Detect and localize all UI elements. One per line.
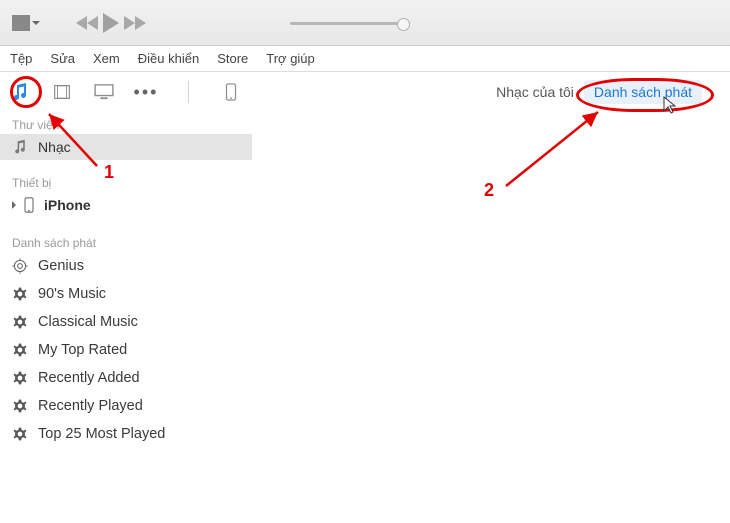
sidebar-item-label: My Top Rated — [38, 342, 127, 358]
separator — [188, 81, 189, 103]
music-icon[interactable] — [10, 83, 30, 101]
next-track-icon[interactable] — [135, 16, 146, 30]
phone-icon — [24, 197, 34, 213]
music-note-icon — [12, 139, 28, 155]
menu-controls[interactable]: Điều khiển — [138, 51, 199, 66]
volume-slider[interactable] — [290, 22, 410, 25]
sidebar-section-playlists: Danh sách phát — [0, 230, 252, 252]
sidebar-item-genius[interactable]: Genius — [0, 252, 252, 280]
sidebar-item-label: Genius — [38, 258, 84, 274]
tab-my-music[interactable]: Nhạc của tôi — [496, 84, 574, 100]
movies-icon[interactable] — [52, 83, 72, 101]
playback-controls — [76, 13, 146, 33]
sidebar-item-label: 90's Music — [38, 286, 106, 302]
sidebar-item-playlist[interactable]: Recently Added — [0, 364, 252, 392]
gear-icon — [12, 398, 28, 414]
sidebar-item-device[interactable]: iPhone — [0, 192, 252, 218]
gear-icon — [12, 426, 28, 442]
sidebar-item-label: Top 25 Most Played — [38, 426, 165, 442]
menu-edit[interactable]: Sửa — [50, 51, 75, 66]
sidebar-section-library: Thư viện — [0, 112, 252, 134]
cursor-icon — [663, 96, 679, 116]
more-icon[interactable]: ••• — [136, 83, 156, 101]
tv-shows-icon[interactable] — [94, 83, 114, 101]
previous-track-icon[interactable] — [76, 16, 87, 30]
menu-file[interactable]: Tệp — [10, 51, 32, 66]
sidebar: Thư viện Nhạc Thiết bị iPhone Danh sách … — [0, 112, 252, 523]
menu-bar: Tệp Sửa Xem Điều khiển Store Trợ giúp — [0, 46, 730, 72]
sidebar-item-label: iPhone — [44, 197, 91, 213]
sidebar-item-playlist[interactable]: Recently Played — [0, 392, 252, 420]
annotation-number-2: 2 — [484, 180, 494, 201]
sidebar-item-playlist[interactable]: My Top Rated — [0, 336, 252, 364]
sidebar-item-label: Classical Music — [38, 314, 138, 330]
sidebar-item-playlist[interactable]: 90's Music — [0, 280, 252, 308]
toolbar: ••• Nhạc của tôi Danh sách phát — [0, 72, 730, 112]
sidebar-item-playlist[interactable]: Top 25 Most Played — [0, 420, 252, 448]
gear-icon — [12, 286, 28, 302]
gear-icon — [12, 342, 28, 358]
sidebar-item-label: Recently Added — [38, 370, 140, 386]
sidebar-item-playlist[interactable]: Classical Music — [0, 308, 252, 336]
playlist-list: Genius 90's Music Classical Music My Top… — [0, 252, 252, 448]
sidebar-item-music[interactable]: Nhạc — [0, 134, 252, 160]
gear-icon — [12, 370, 28, 386]
window-menu-icon[interactable] — [12, 15, 30, 31]
playback-bar — [0, 0, 730, 46]
sidebar-item-label: Nhạc — [38, 139, 71, 155]
play-icon[interactable] — [103, 13, 119, 33]
annotation-arrow-2 — [502, 104, 612, 194]
genius-icon — [12, 258, 28, 274]
tab-playlists[interactable]: Danh sách phát — [584, 80, 702, 104]
device-icon[interactable] — [221, 83, 241, 101]
annotation-number-1: 1 — [104, 162, 114, 183]
sidebar-item-label: Recently Played — [38, 398, 143, 414]
media-type-switcher: ••• — [10, 81, 241, 103]
menu-store[interactable]: Store — [217, 51, 248, 66]
gear-icon — [12, 314, 28, 330]
view-tabs: Nhạc của tôi Danh sách phát — [496, 80, 720, 104]
menu-help[interactable]: Trợ giúp — [266, 51, 315, 66]
menu-view[interactable]: Xem — [93, 51, 120, 66]
sidebar-section-devices: Thiết bị — [0, 170, 252, 192]
